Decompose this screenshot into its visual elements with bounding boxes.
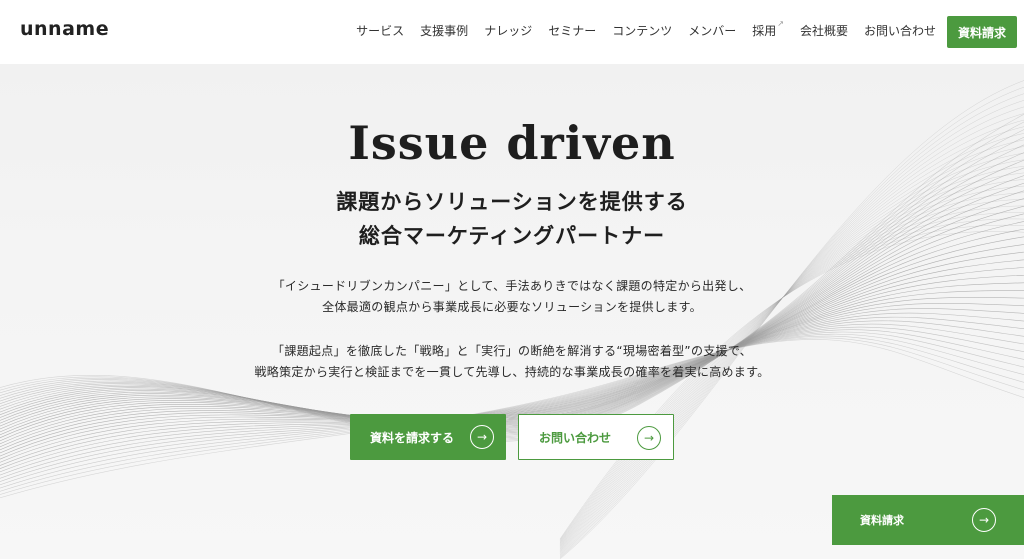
nav-item-label: お問い合わせ bbox=[863, 24, 936, 38]
nav-item-label: 採用 bbox=[752, 24, 777, 38]
wave-line bbox=[0, 267, 1024, 445]
arrow-right-icon: → bbox=[470, 425, 494, 449]
floating-document-request-button[interactable]: 資料請求 → bbox=[832, 495, 1024, 545]
hero-description-line2: 全体最適の観点から事業成長に必要なソリューションを提供します。 bbox=[322, 300, 702, 314]
nav-item-label: 支援事例 bbox=[420, 24, 469, 38]
nav-item-contents[interactable]: コンテンツ bbox=[612, 22, 672, 39]
nav-item-label: 会社概要 bbox=[799, 24, 848, 38]
nav-item-label: コンテンツ bbox=[612, 24, 673, 38]
floating-cta-label: 資料請求 bbox=[860, 514, 904, 527]
nav-item-members[interactable]: メンバー bbox=[688, 22, 736, 39]
external-link-icon: ↗ bbox=[777, 19, 784, 28]
contact-label: お問い合わせ bbox=[539, 430, 612, 445]
nav-item-seminar[interactable]: セミナー bbox=[548, 22, 596, 39]
header-document-request-button[interactable]: 資料請求 bbox=[947, 16, 1017, 48]
hero-description-line1: 「イシュードリブンカンパニー」として、手法ありきではなく課題の特定から出発し、 bbox=[272, 279, 752, 293]
site-header: unname サービス 支援事例 ナレッジ セミナー コンテンツ メンバー 採用… bbox=[0, 0, 1024, 64]
arrow-right-icon: → bbox=[637, 426, 661, 450]
request-document-button[interactable]: 資料を請求する → bbox=[350, 414, 506, 460]
hero-title: Issue driven bbox=[348, 116, 676, 170]
nav-item-company[interactable]: 会社概要 bbox=[800, 22, 848, 39]
nav-item-contact[interactable]: お問い合わせ bbox=[864, 22, 936, 39]
contact-button[interactable]: お問い合わせ → bbox=[518, 414, 674, 460]
hero-section: Issue driven 課題からソリューションを提供する 総合マーケティングパ… bbox=[0, 64, 1024, 559]
hero-subtitle-line2: 総合マーケティングパートナー bbox=[358, 224, 666, 248]
nav-item-recruit[interactable]: 採用 ↗ bbox=[752, 19, 784, 39]
logo[interactable]: unname bbox=[20, 18, 109, 40]
nav-item-knowledge[interactable]: ナレッジ bbox=[484, 22, 532, 39]
nav-item-label: セミナー bbox=[548, 24, 597, 38]
wave-line bbox=[0, 308, 1024, 463]
nav-item-label: サービス bbox=[356, 24, 405, 38]
nav-item-cases[interactable]: 支援事例 bbox=[420, 22, 468, 39]
nav-item-label: メンバー bbox=[688, 24, 737, 38]
nav-item-label: ナレッジ bbox=[484, 24, 533, 38]
arrow-right-icon: → bbox=[972, 508, 996, 532]
main-nav: サービス 支援事例 ナレッジ セミナー コンテンツ メンバー 採用 ↗ 会社概要 … bbox=[356, 19, 936, 39]
hero-subtitle-line1: 課題からソリューションを提供する bbox=[336, 190, 688, 214]
hero-description-line4: 戦略策定から実行と検証までを一貫して先導し、持続的な事業成長の確率を着実に高めま… bbox=[254, 365, 770, 379]
hero-description-line3: 「課題起点」を徹底した「戦略」と「実行」の断絶を解消する“現場密着型”の支援で、 bbox=[272, 344, 752, 358]
nav-item-service[interactable]: サービス bbox=[356, 22, 404, 39]
request-document-label: 資料を請求する bbox=[370, 430, 455, 445]
